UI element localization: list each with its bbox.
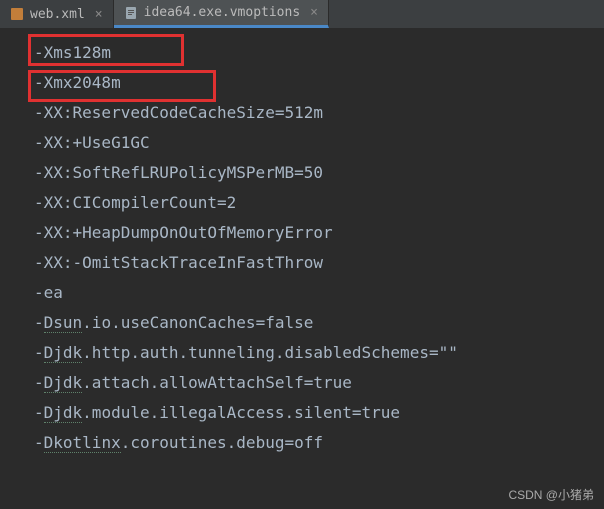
close-icon[interactable]: × <box>95 7 103 22</box>
code-line[interactable]: -Xmx2048m <box>34 68 604 98</box>
code-line[interactable]: -XX:ReservedCodeCacheSize=512m <box>34 98 604 128</box>
tab-bar: web.xml × idea64.exe.vmoptions × <box>0 0 604 28</box>
tab-label: web.xml <box>30 7 85 22</box>
code-line[interactable]: -XX:+UseG1GC <box>34 128 604 158</box>
xml-file-icon <box>10 7 24 21</box>
code-line[interactable]: -XX:-OmitStackTraceInFastThrow <box>34 248 604 278</box>
code-line[interactable]: -Djdk.attach.allowAttachSelf=true <box>34 368 604 398</box>
editor-area[interactable]: -Xms128m-Xmx2048m-XX:ReservedCodeCacheSi… <box>0 28 604 458</box>
tab-label: idea64.exe.vmoptions <box>144 5 301 20</box>
code-line[interactable]: -ea <box>34 278 604 308</box>
code-line[interactable]: -XX:CICompilerCount=2 <box>34 188 604 218</box>
code-line[interactable]: -XX:SoftRefLRUPolicyMSPerMB=50 <box>34 158 604 188</box>
code-line[interactable]: -Dkotlinx.coroutines.debug=off <box>34 428 604 458</box>
close-icon[interactable]: × <box>310 5 318 20</box>
code-line[interactable]: -Djdk.module.illegalAccess.silent=true <box>34 398 604 428</box>
text-file-icon <box>124 6 138 20</box>
code-line[interactable]: -Dsun.io.useCanonCaches=false <box>34 308 604 338</box>
tab-vmoptions[interactable]: idea64.exe.vmoptions × <box>114 0 329 28</box>
code-line[interactable]: -Xms128m <box>34 38 604 68</box>
code-line[interactable]: -Djdk.http.auth.tunneling.disabledScheme… <box>34 338 604 368</box>
code-line[interactable]: -XX:+HeapDumpOnOutOfMemoryError <box>34 218 604 248</box>
watermark: CSDN @小猪弟 <box>508 486 594 503</box>
tab-web-xml[interactable]: web.xml × <box>0 0 114 28</box>
